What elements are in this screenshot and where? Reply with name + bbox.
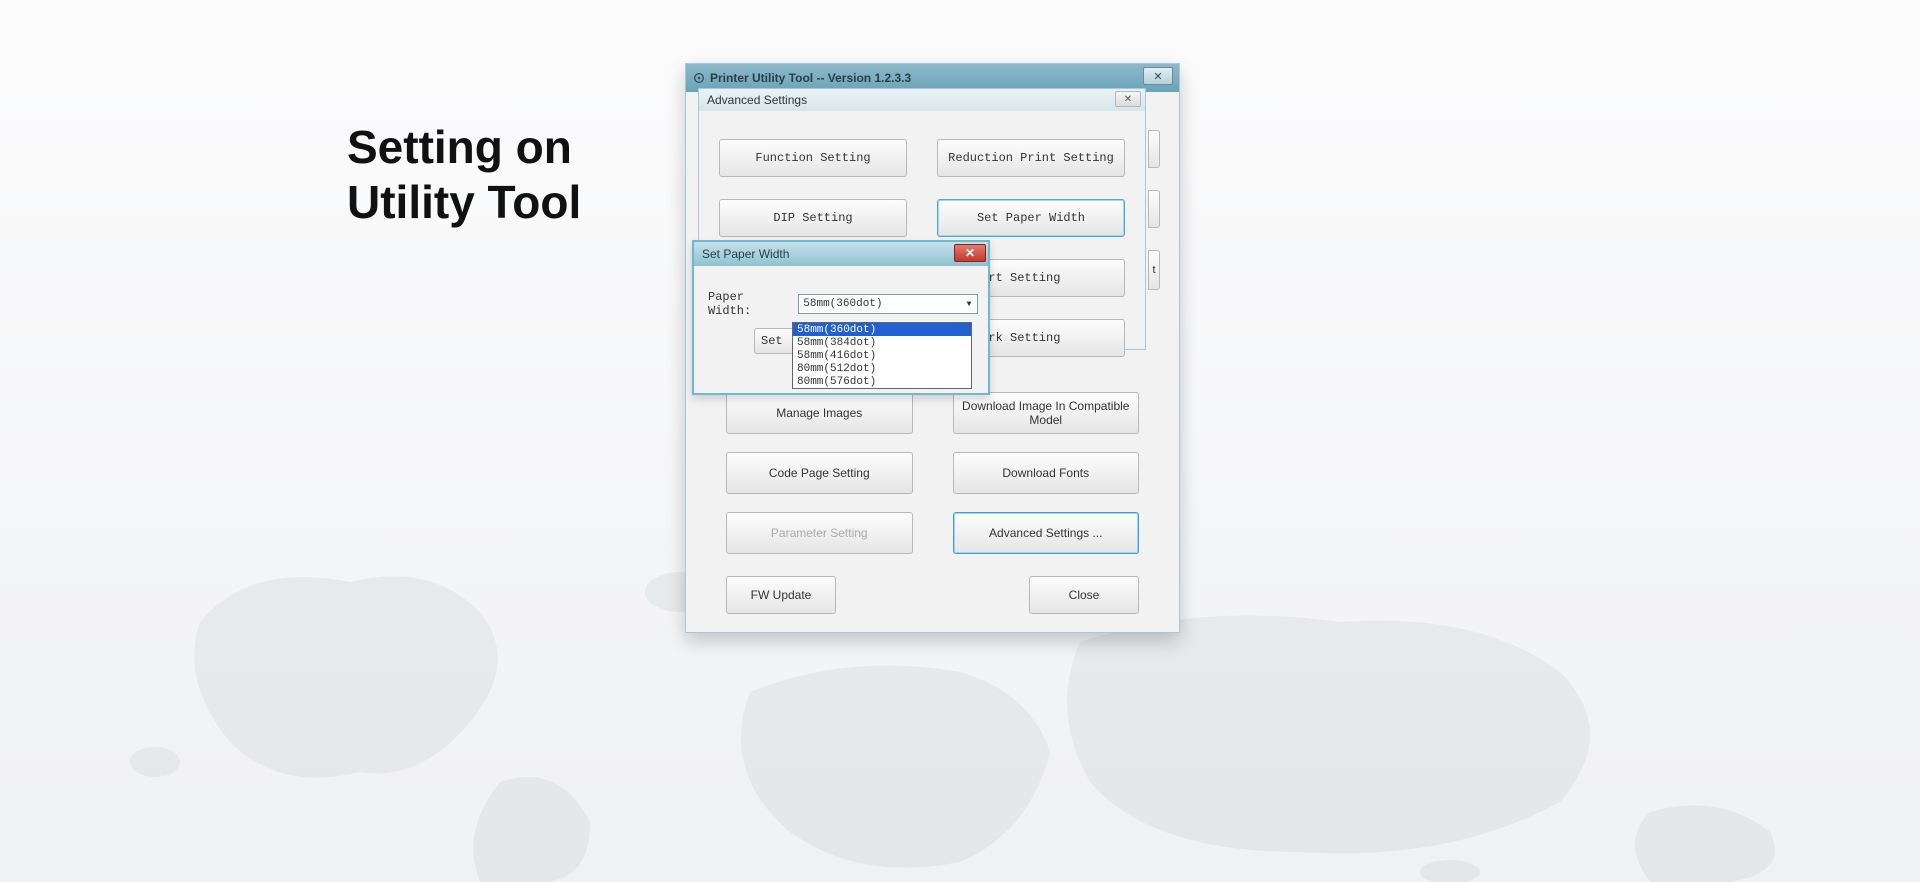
dropdown-option[interactable]: 58mm(416dot): [793, 349, 971, 362]
main-title-text: Printer Utility Tool -- Version 1.2.3.3: [710, 71, 911, 85]
main-close-button[interactable]: ✕: [1143, 67, 1173, 85]
paper-width-label: Paper Width:: [708, 290, 794, 318]
dip-setting-button[interactable]: DIP Setting: [719, 199, 907, 237]
advanced-close-button[interactable]: ✕: [1115, 91, 1141, 107]
download-image-compat-button[interactable]: Download Image In Compatible Model: [953, 392, 1140, 434]
fw-update-button[interactable]: FW Update: [726, 576, 836, 614]
dropdown-option[interactable]: 80mm(576dot): [793, 375, 971, 388]
close-icon: ✕: [965, 246, 975, 260]
hidden-button-peek: [1148, 130, 1160, 168]
bottom-row: FW Update Close: [686, 576, 1179, 614]
paper-width-select[interactable]: 58mm(360dot) ▼: [798, 294, 978, 314]
hidden-button-peek: [1148, 190, 1160, 228]
set-button-partial[interactable]: Set: [754, 328, 794, 354]
dropdown-option[interactable]: 80mm(512dot): [793, 362, 971, 375]
reduction-print-button[interactable]: Reduction Print Setting: [937, 139, 1125, 177]
code-page-button[interactable]: Code Page Setting: [726, 452, 913, 494]
function-setting-button[interactable]: Function Setting: [719, 139, 907, 177]
hidden-button-peek: t: [1148, 250, 1160, 290]
heading-line1: Setting on: [347, 120, 581, 175]
gear-icon: [692, 71, 706, 85]
set-paper-titlebar[interactable]: Set Paper Width ✕: [694, 242, 988, 266]
advanced-title-text: Advanced Settings: [707, 93, 807, 107]
advanced-titlebar[interactable]: Advanced Settings ✕: [699, 89, 1145, 111]
parameter-setting-button[interactable]: Parameter Setting: [726, 512, 913, 554]
paper-width-selected: 58mm(360dot): [803, 298, 882, 310]
dropdown-option[interactable]: 58mm(384dot): [793, 336, 971, 349]
main-button-grid: Manage Images Download Image In Compatib…: [696, 392, 1169, 554]
dropdown-option[interactable]: 58mm(360dot): [793, 323, 971, 336]
set-paper-width-button[interactable]: Set Paper Width: [937, 199, 1125, 237]
chevron-down-icon: ▼: [961, 295, 977, 313]
manage-images-button[interactable]: Manage Images: [726, 392, 913, 434]
set-paper-close-button[interactable]: ✕: [954, 244, 986, 262]
hidden-buttons-peek: t: [1148, 130, 1160, 312]
paper-width-row: Paper Width: 58mm(360dot) ▼: [694, 266, 988, 318]
paper-width-dropdown[interactable]: 58mm(360dot) 58mm(384dot) 58mm(416dot) 8…: [792, 322, 972, 389]
download-fonts-button[interactable]: Download Fonts: [953, 452, 1140, 494]
heading-line2: Utility Tool: [347, 175, 581, 230]
set-paper-title-text: Set Paper Width: [702, 247, 789, 261]
advanced-settings-button[interactable]: Advanced Settings ...: [953, 512, 1140, 554]
close-button[interactable]: Close: [1029, 576, 1139, 614]
slide-heading: Setting on Utility Tool: [347, 120, 581, 230]
